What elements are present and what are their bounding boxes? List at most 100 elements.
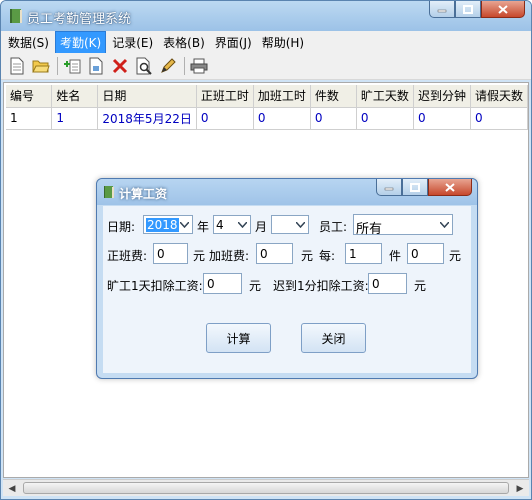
new-button[interactable] — [7, 56, 27, 76]
menu-interface[interactable]: 界面(J) — [211, 32, 256, 53]
year-value: 2018 — [146, 218, 179, 232]
grid-cell[interactable]: 1 — [51, 107, 99, 130]
add-row-icon — [64, 59, 81, 74]
grid-cell[interactable]: 0 — [470, 107, 529, 130]
menu-help[interactable]: 帮助(H) — [258, 32, 308, 53]
menu-data[interactable]: 数据(S) — [4, 32, 53, 53]
new-doc-icon — [10, 57, 24, 75]
toolbar-separator — [57, 57, 58, 75]
delete-icon — [112, 58, 128, 74]
open-folder-icon — [32, 60, 50, 73]
edit-pencil-icon — [161, 58, 176, 73]
chevron-down-icon — [176, 216, 192, 233]
title-bar[interactable]: 员工考勤管理系统 — [1, 1, 531, 31]
maximize-icon — [410, 182, 420, 192]
grid-cell[interactable]: 0 — [196, 107, 254, 130]
menu-tables[interactable]: 表格(B) — [159, 32, 209, 53]
absence-deduction-label: 旷工1天扣除工资: — [107, 279, 203, 293]
piece-fee-input[interactable]: 0 — [407, 243, 444, 264]
piece-fee-unit: 元 — [449, 249, 462, 263]
preview-button[interactable] — [134, 56, 154, 76]
scroll-left-arrow-icon[interactable]: ◀ — [4, 481, 20, 496]
month-value: 4 — [216, 218, 224, 232]
calculate-salary-dialog: 计算工资 日期: 2018 年 4 月 员工: 所有 正班费: 0 元 加班费:… — [96, 178, 478, 379]
app-book-icon — [10, 9, 22, 23]
regular-fee-label: 正班费: — [107, 249, 148, 263]
date-label: 日期: — [107, 220, 136, 234]
print-button[interactable] — [189, 56, 209, 76]
absence-deduction-unit: 元 — [249, 279, 262, 293]
add-row-button[interactable] — [62, 56, 82, 76]
day-select[interactable] — [271, 215, 309, 234]
overtime-fee-input[interactable]: 0 — [256, 243, 293, 264]
report-button[interactable] — [86, 56, 106, 76]
calculate-button[interactable]: 计算 — [206, 323, 271, 353]
print-icon — [190, 58, 208, 74]
overtime-fee-label: 加班费: — [209, 249, 250, 263]
table-row[interactable]: 1 1 2018年5月22日 0 0 0 0 0 0 — [6, 107, 529, 130]
per-label: 每: — [319, 249, 336, 263]
dialog-minimize-button[interactable] — [376, 179, 402, 196]
horizontal-scrollbar[interactable]: ◀ ▶ — [3, 479, 529, 496]
close-button[interactable] — [481, 1, 525, 18]
grid-cell[interactable]: 1 — [6, 107, 53, 130]
dialog-maximize-button[interactable] — [402, 179, 428, 196]
late-deduction-input[interactable]: 0 — [368, 273, 407, 294]
chevron-down-icon — [292, 216, 308, 233]
close-icon — [445, 182, 455, 192]
close-icon — [498, 4, 508, 14]
maximize-button[interactable] — [455, 1, 481, 18]
regular-fee-input[interactable]: 0 — [153, 243, 188, 264]
scroll-thumb[interactable] — [23, 482, 509, 494]
col-header[interactable]: 加班工时 — [253, 85, 311, 108]
col-header[interactable]: 旷工天数 — [356, 85, 414, 108]
minimize-icon — [384, 187, 394, 191]
absence-deduction-input[interactable]: 0 — [203, 273, 242, 294]
employee-value: 所有 — [356, 222, 383, 237]
per-pieces-input[interactable]: 1 — [345, 243, 382, 264]
dialog-title-bar[interactable]: 计算工资 — [97, 179, 477, 205]
dialog-close-button[interactable] — [428, 179, 472, 196]
attendance-grid: 编号 姓名 日期 正班工时 加班工时 件数 旷工天数 迟到分钟 请假天数 1 1… — [6, 85, 529, 130]
col-header[interactable]: 姓名 — [51, 85, 99, 108]
close-dialog-button[interactable]: 关闭 — [301, 323, 366, 353]
grid-cell[interactable]: 0 — [310, 107, 357, 130]
col-header[interactable]: 迟到分钟 — [413, 85, 471, 108]
late-deduction-label: 迟到1分扣除工资: — [273, 279, 369, 293]
report-icon — [89, 57, 103, 75]
dialog-caption-buttons — [376, 179, 472, 196]
app-book-icon — [104, 186, 114, 198]
caption-buttons — [429, 1, 525, 18]
scroll-right-arrow-icon[interactable]: ▶ — [512, 481, 528, 496]
col-header[interactable]: 正班工时 — [196, 85, 254, 108]
preview-icon — [136, 57, 152, 75]
col-header[interactable]: 编号 — [6, 85, 53, 108]
grid-cell[interactable]: 0 — [253, 107, 311, 130]
grid-cell[interactable]: 0 — [356, 107, 414, 130]
menu-bar: 数据(S) 考勤(K) 记录(E) 表格(B) 界面(J) 帮助(H) — [1, 30, 531, 54]
maximize-icon — [463, 4, 473, 14]
col-header[interactable]: 日期 — [97, 85, 197, 108]
month-unit-label: 月 — [255, 220, 268, 234]
grid-cell[interactable]: 2018年5月22日 — [97, 107, 197, 130]
menu-records[interactable]: 记录(E) — [108, 32, 157, 53]
chevron-down-icon — [234, 216, 250, 233]
open-button[interactable] — [31, 56, 51, 76]
window-title: 员工考勤管理系统 — [27, 12, 132, 27]
delete-button[interactable] — [110, 56, 130, 76]
employee-select[interactable]: 所有 — [353, 214, 453, 237]
dialog-body: 日期: 2018 年 4 月 员工: 所有 正班费: 0 元 加班费: 0 元 … — [103, 206, 471, 373]
regular-fee-unit: 元 — [193, 249, 206, 263]
month-select[interactable]: 4 — [213, 215, 251, 234]
minimize-button[interactable] — [429, 1, 455, 18]
piece-unit-label: 件 — [389, 249, 402, 263]
col-header[interactable]: 件数 — [310, 85, 357, 108]
grid-cell[interactable]: 0 — [413, 107, 471, 130]
col-header[interactable]: 请假天数 — [470, 85, 529, 108]
toolbar-separator — [184, 57, 185, 75]
menu-attendance[interactable]: 考勤(K) — [54, 30, 107, 54]
edit-button[interactable] — [158, 56, 178, 76]
year-select[interactable]: 2018 — [143, 215, 193, 234]
year-unit-label: 年 — [197, 220, 210, 234]
toolbar — [1, 53, 531, 80]
